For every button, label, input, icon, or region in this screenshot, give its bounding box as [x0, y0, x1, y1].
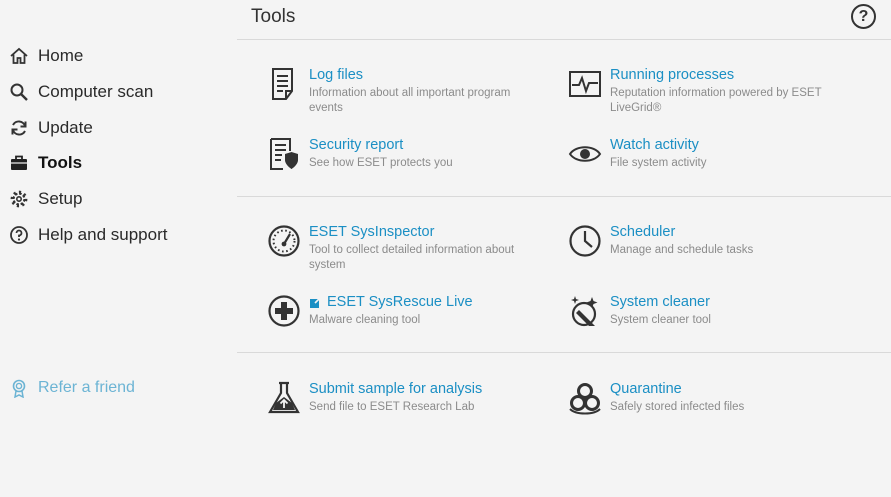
tool-description: Malware cleaning tool	[309, 314, 421, 326]
refer-a-friend-link[interactable]: Refer a friend	[8, 375, 135, 401]
clock-icon	[568, 224, 602, 258]
tool-title: Watch activity	[610, 137, 699, 153]
system-cleaner-icon	[568, 294, 602, 328]
sidebar-item-label: Tools	[38, 153, 83, 172]
tool-description: Safely stored infected files	[610, 401, 745, 413]
tool-log-files[interactable]: Log files Information about all importan…	[267, 67, 547, 117]
home-icon	[8, 45, 30, 67]
sidebar-item-label: Setup	[38, 189, 83, 208]
search-icon	[8, 81, 30, 103]
gear-icon	[8, 188, 30, 210]
tool-title: Quarantine	[610, 381, 682, 397]
tool-quarantine[interactable]: Quarantine Safely stored infected files	[568, 381, 848, 431]
tool-title: System cleaner	[610, 294, 710, 310]
tool-description: See how ESET protects you	[309, 157, 453, 169]
tool-title-text: ESET SysRescue Live	[327, 294, 473, 310]
sidebar-item-label: Help and support	[38, 225, 168, 244]
question-mark-icon: ?	[858, 7, 869, 25]
gauge-icon	[267, 224, 301, 258]
sidebar-item-tools[interactable]: Tools	[8, 149, 82, 177]
tool-watch-activity[interactable]: Watch activity File system activity	[568, 137, 848, 187]
sidebar-item-home[interactable]: Home	[8, 42, 83, 70]
rescue-plus-icon	[267, 294, 301, 328]
sidebar-item-update[interactable]: Update	[8, 114, 93, 142]
help-button[interactable]: ?	[851, 4, 876, 29]
tool-title: Security report	[309, 137, 404, 153]
award-icon	[8, 377, 30, 399]
pulse-monitor-icon	[568, 67, 602, 101]
tool-description: File system activity	[610, 157, 707, 169]
sidebar-item-computer-scan[interactable]: Computer scan	[8, 78, 153, 106]
tool-submit-sample[interactable]: Submit sample for analysis Send file to …	[267, 381, 547, 431]
tool-description: Information about all important program …	[309, 87, 511, 114]
tool-description: Send file to ESET Research Lab	[309, 401, 475, 413]
biohazard-icon	[568, 381, 602, 415]
tool-title: Submit sample for analysis	[309, 381, 483, 397]
sidebar-item-label: Update	[38, 118, 93, 137]
section-divider	[237, 196, 891, 197]
tool-description: Reputation information powered by ESET L…	[610, 87, 822, 114]
tool-description: Manage and schedule tasks	[610, 244, 754, 256]
sidebar-item-label: Computer scan	[38, 82, 154, 101]
page-title: Tools	[251, 6, 296, 27]
security-report-icon	[267, 137, 301, 171]
flask-icon	[267, 381, 301, 415]
sidebar-item-label: Home	[38, 46, 84, 65]
tool-security-report[interactable]: Security report See how ESET protects yo…	[267, 137, 547, 187]
header-divider	[237, 39, 891, 40]
tool-description: System cleaner tool	[610, 314, 711, 326]
tool-title: Scheduler	[610, 224, 676, 240]
tool-running-processes[interactable]: Running processes Reputation information…	[568, 67, 848, 117]
tool-title: Running processes	[610, 67, 735, 83]
tool-eset-sysrescue-live[interactable]: ESET SysRescue Live Malware cleaning too…	[267, 294, 547, 344]
refer-label: Refer a friend	[38, 379, 135, 396]
tool-scheduler[interactable]: Scheduler Manage and schedule tasks	[568, 224, 848, 274]
briefcase-icon	[8, 152, 30, 174]
help-icon	[8, 224, 30, 246]
eye-icon	[568, 137, 602, 171]
tool-eset-sysinspector[interactable]: ESET SysInspector Tool to collect detail…	[267, 224, 547, 274]
sidebar-item-help-and-support[interactable]: Help and support	[8, 221, 167, 249]
sidebar: Home Computer scan Update Tools Setup He…	[0, 0, 236, 497]
tool-description: Tool to collect detailed information abo…	[309, 244, 515, 271]
external-link-icon	[309, 295, 322, 309]
log-file-icon	[267, 67, 301, 101]
tool-title: Log files	[309, 67, 364, 83]
sidebar-item-setup[interactable]: Setup	[8, 185, 82, 213]
section-divider	[237, 352, 891, 353]
tool-title: ESET SysRescue Live	[309, 294, 473, 310]
tool-title: ESET SysInspector	[309, 224, 435, 240]
refresh-icon	[8, 117, 30, 139]
tool-system-cleaner[interactable]: System cleaner System cleaner tool	[568, 294, 848, 344]
